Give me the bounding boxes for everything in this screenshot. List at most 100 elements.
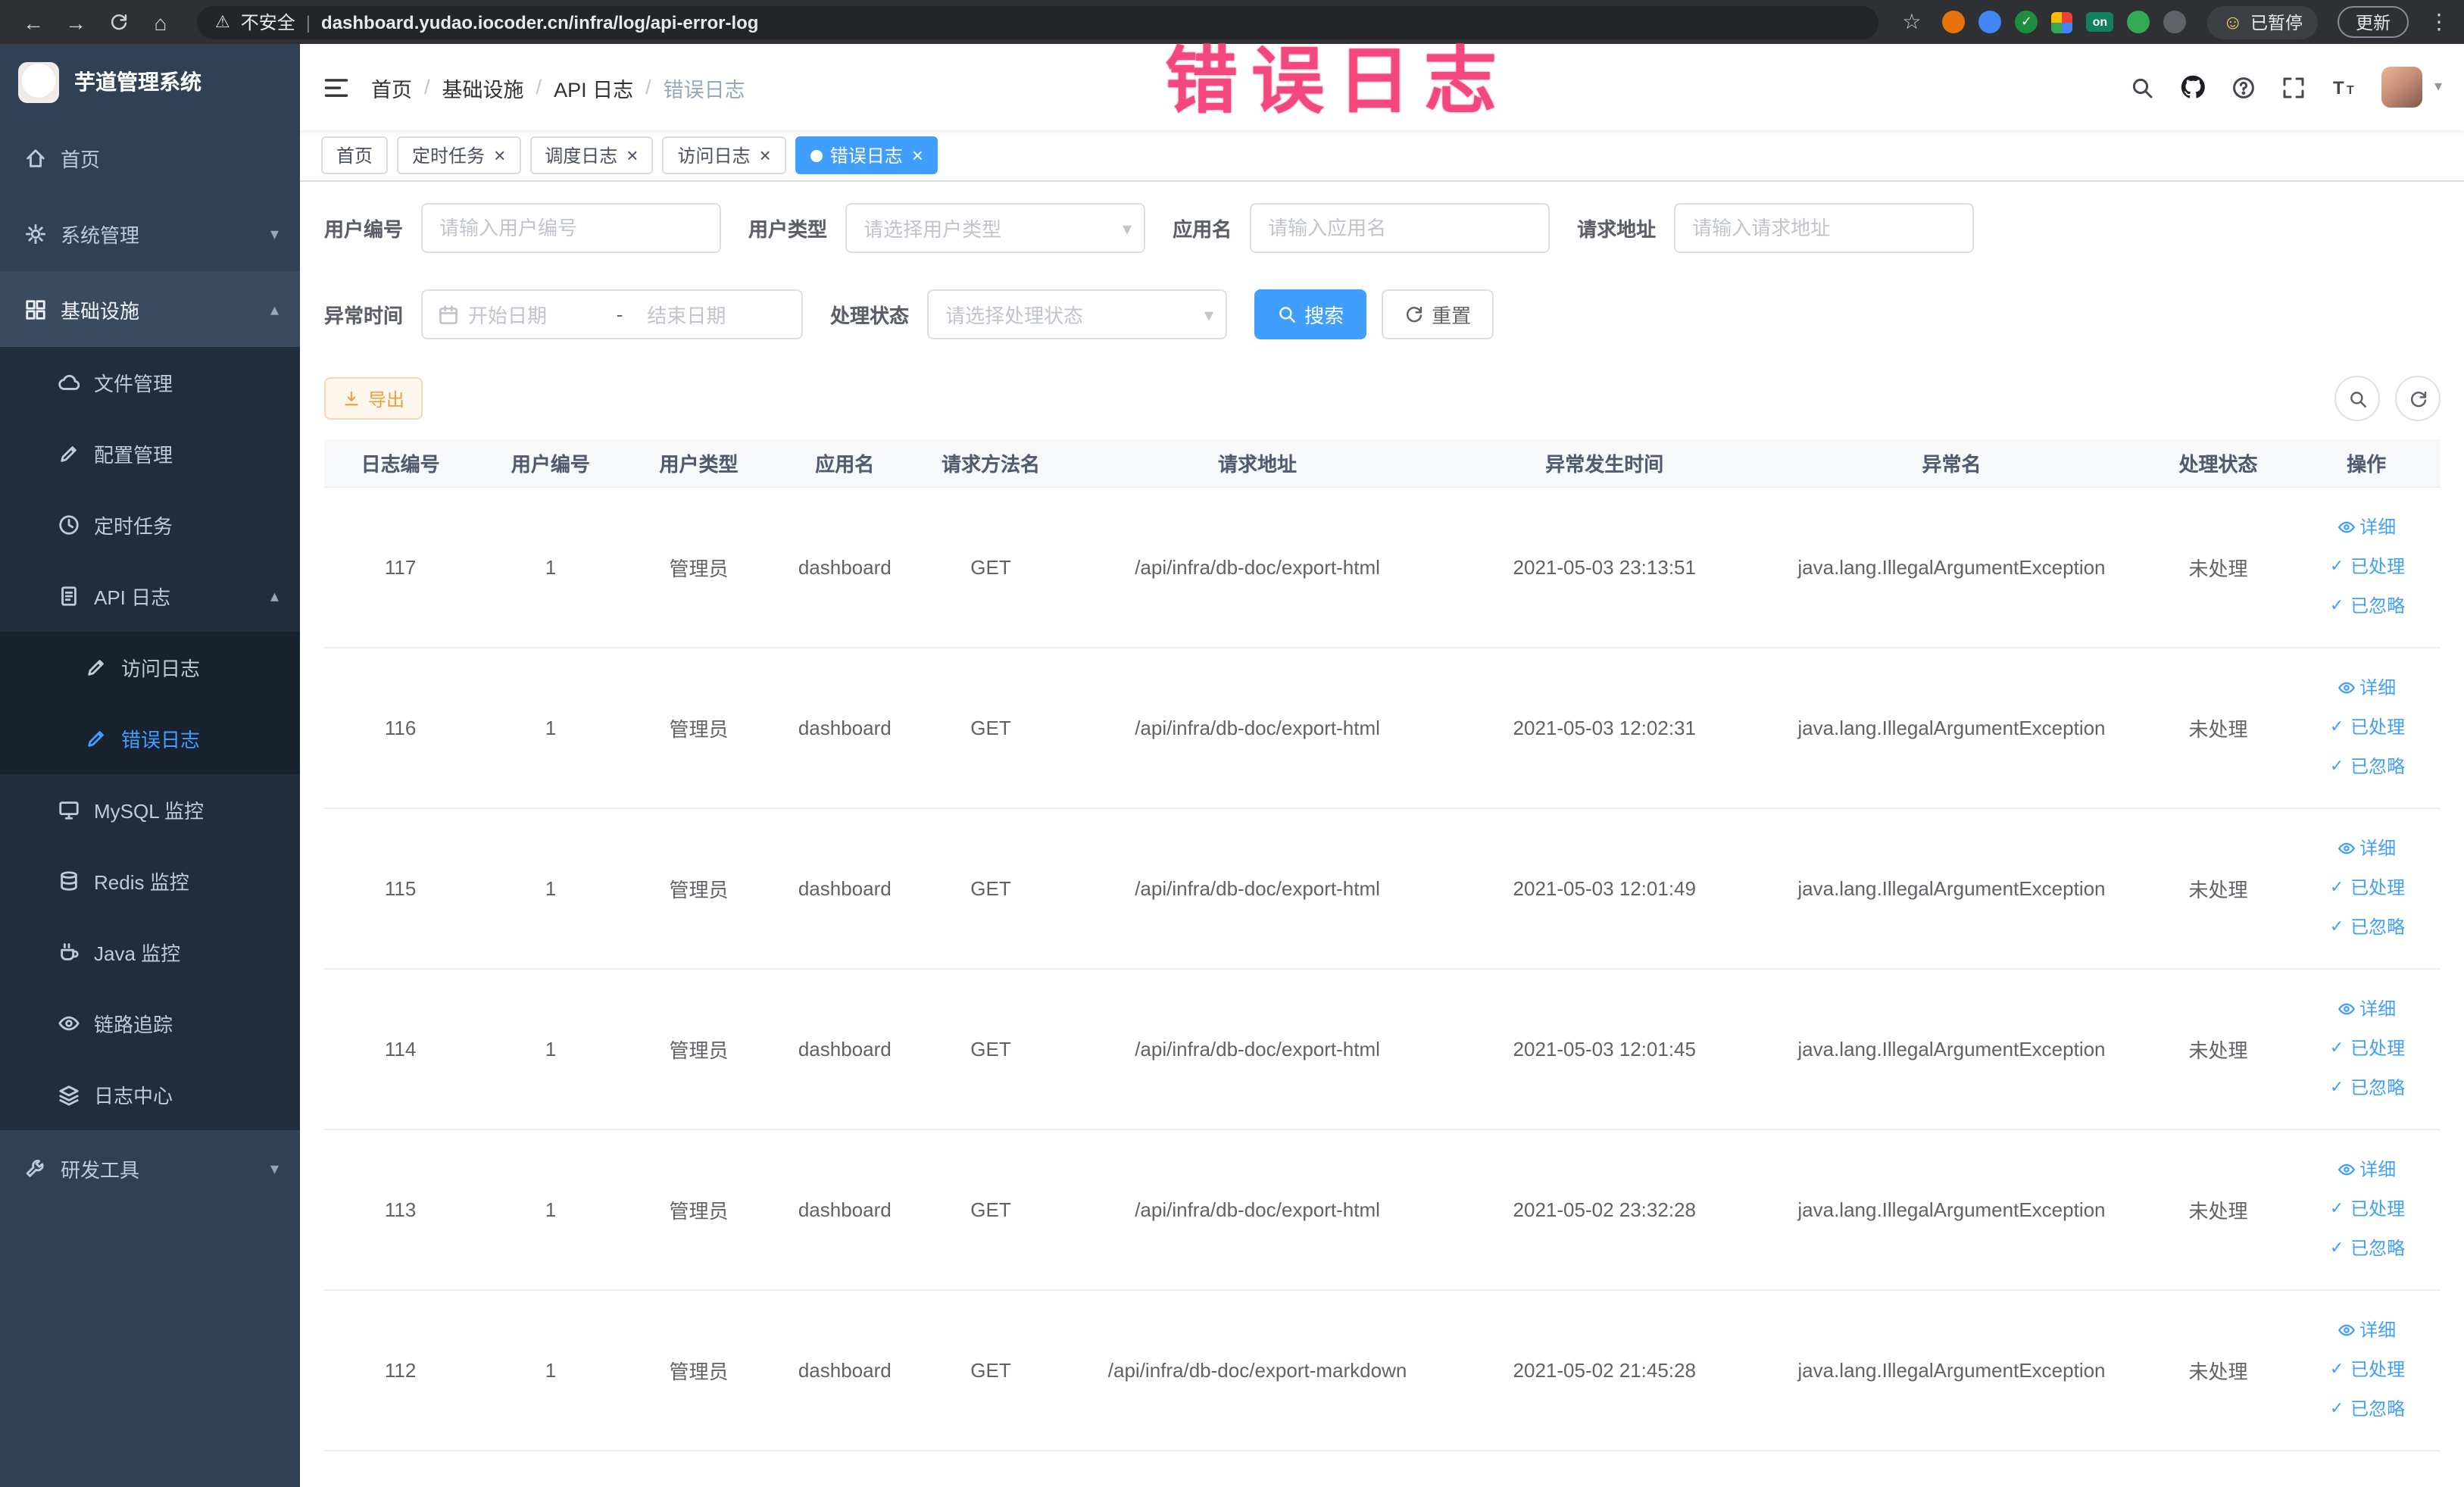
extension-leaf-icon[interactable] [2127,11,2150,33]
tab-close-icon[interactable]: × [626,145,638,165]
action-processed[interactable]: ✓ 已处理 [2298,708,2434,747]
start-date-placeholder: 开始日期 [468,305,548,327]
chevron-down-icon[interactable]: ▾ [2434,79,2442,95]
action-label: 已处理 [2350,1038,2406,1059]
sidebar-item-config[interactable]: 配置管理 [0,418,300,489]
filter-exception-time: 异常时间 开始日期 - 结束日期 [324,289,804,339]
tab-close-icon[interactable]: × [494,145,505,165]
search-icon[interactable] [2130,75,2154,99]
action-ignored[interactable]: ✓ 已忽略 [2298,1389,2434,1429]
action-processed[interactable]: ✓ 已处理 [2298,1189,2434,1229]
fullscreen-icon[interactable] [2281,75,2306,99]
action-detail[interactable]: 详细 [2298,508,2434,547]
toggle-search-button[interactable] [2334,376,2380,421]
reload-icon[interactable] [100,4,136,40]
breadcrumb-item[interactable]: API 日志 [554,72,633,102]
refresh-table-button[interactable] [2395,376,2441,421]
browser-menu-icon[interactable]: ⋮ [2428,9,2450,35]
database-icon [58,870,80,892]
cloud-icon [58,371,80,394]
search-button[interactable]: 搜索 [1254,289,1367,339]
tab-label: 定时任务 [412,145,486,167]
tab-错误日志[interactable]: 错误日志 × [795,136,938,174]
tab-定时任务[interactable]: 定时任务 × [397,136,521,174]
github-icon[interactable] [2180,74,2206,100]
action-detail[interactable]: 详细 [2298,829,2434,868]
bookmark-star-icon[interactable]: ☆ [1902,9,1921,35]
sidebar-item-dev-tools[interactable]: 研发工具 ▾ [0,1130,300,1206]
date-range-input[interactable]: 开始日期 - 结束日期 [421,289,804,339]
sidebar-item-access-log[interactable]: 访问日志 [0,632,300,703]
sidebar-item-java[interactable]: Java 监控 [0,917,300,988]
font-size-icon[interactable]: TT [2331,75,2356,99]
cell-user_id: 1 [476,486,625,648]
cell-status: 未处理 [2144,1129,2293,1290]
check-icon: ✓ [2329,1399,2344,1417]
sidebar-item-file[interactable]: 文件管理 [0,347,300,418]
action-processed[interactable]: ✓ 已处理 [2298,868,2434,908]
user-id-input[interactable] [421,203,722,253]
user-type-select[interactable]: 请选择用户类型 ▾ [845,203,1146,253]
sidebar-item-system[interactable]: 系统管理 ▾ [0,195,300,271]
back-icon[interactable]: ← [15,4,52,40]
app-name-input[interactable] [1250,203,1551,253]
help-icon[interactable] [2231,75,2256,99]
sidebar-item-trace[interactable]: 链路追踪 [0,988,300,1059]
reset-button[interactable]: 重置 [1382,289,1494,339]
sidebar-item-job[interactable]: 定时任务 [0,489,300,561]
action-detail[interactable]: 详细 [2298,989,2434,1029]
tab-close-icon[interactable]: × [912,145,923,165]
active-tab-dot [810,149,823,161]
cell-user_id: 1 [476,647,625,808]
sidebar-item-redis[interactable]: Redis 监控 [0,845,300,917]
chevron-down-icon: ▾ [270,1160,279,1178]
edit-icon [58,442,80,465]
breadcrumb-item[interactable]: 基础设施 [442,72,524,102]
tab-访问日志[interactable]: 访问日志 × [662,136,786,174]
user-avatar[interactable] [2381,67,2422,108]
action-ignored[interactable]: ✓ 已忽略 [2298,586,2434,626]
extension-grid-icon[interactable] [2051,11,2073,33]
tab-close-icon[interactable]: × [760,145,771,165]
sidebar-item-log-center[interactable]: 日志中心 [0,1059,300,1130]
action-ignored[interactable]: ✓ 已忽略 [2298,1229,2434,1268]
action-label: 已处理 [2350,1359,2406,1380]
action-processed[interactable]: ✓ 已处理 [2298,1350,2434,1389]
sidebar-item-mysql[interactable]: MySQL 监控 [0,774,300,845]
update-button[interactable]: 更新 [2338,6,2409,38]
export-button[interactable]: 导出 [324,377,423,420]
action-detail[interactable]: 详细 [2298,1150,2434,1189]
tab-首页[interactable]: 首页 [321,136,389,174]
extension-blue-icon[interactable] [1978,11,2002,33]
profile-chip[interactable]: ☺ 已暂停 [2207,5,2318,39]
table-row: 117 1 管理员 dashboard GET/api/infra/db-doc/exp… [324,486,2441,648]
action-detail[interactable]: 详细 [2298,668,2434,708]
action-ignored[interactable]: ✓ 已忽略 [2298,908,2434,947]
process-status-select[interactable]: 请选择处理状态 ▾ [927,289,1228,339]
extension-green-check-icon[interactable]: ✓ [2015,11,2038,33]
cell-exception: java.lang.IllegalArgumentException [1759,808,2144,969]
sidebar-item-error-log[interactable]: 错误日志 [0,703,300,774]
sidebar-item-label: 首页 [61,148,101,170]
forward-icon[interactable]: → [58,4,94,40]
action-detail[interactable]: 详细 [2298,1310,2434,1350]
extension-orange-icon[interactable] [1942,11,1966,33]
address-bar[interactable]: ⚠ 不安全 | dashboard.yudao.iocoder.cn/infra… [197,5,1878,39]
tab-调度日志[interactable]: 调度日志 × [529,136,654,174]
breadcrumb-separator: / [424,76,430,98]
sidebar-item-api-log[interactable]: API 日志 ▴ [0,561,300,632]
action-ignored[interactable]: ✓ 已忽略 [2298,747,2434,786]
extension-on-badge[interactable]: on [2086,12,2114,32]
chevron-up-icon: ▴ [270,588,279,606]
hamburger-icon[interactable] [323,73,350,101]
breadcrumb-item[interactable]: 首页 [371,72,412,102]
table-body: 117 1 管理员 dashboard GET/api/infra/db-doc/exp… [324,486,2441,1451]
sidebar-item-home[interactable]: 首页 [0,120,300,195]
sidebar-item-infra[interactable]: 基础设施 ▴ [0,271,300,347]
extension-puzzle-icon[interactable] [2163,11,2187,33]
browser-home-icon[interactable]: ⌂ [142,4,179,40]
request-url-input[interactable] [1674,203,1975,253]
action-processed[interactable]: ✓ 已处理 [2298,1029,2434,1068]
action-processed[interactable]: ✓ 已处理 [2298,547,2434,586]
action-ignored[interactable]: ✓ 已忽略 [2298,1068,2434,1107]
